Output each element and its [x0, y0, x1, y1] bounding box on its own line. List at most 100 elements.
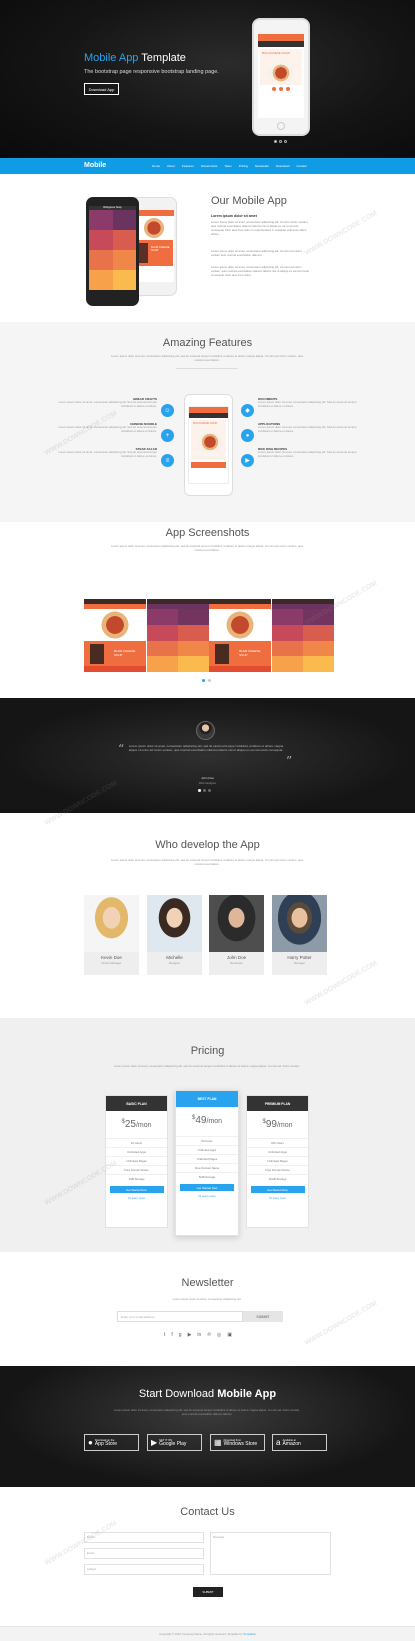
site-logo[interactable]: Mobile — [84, 162, 106, 169]
feature-item: Chinese Noodle Lorem ipsum dolor sit amet… — [47, 422, 157, 434]
screenshots-title: App Screenshots — [165, 527, 250, 539]
food-card-title: BLAM CHEESE SOUP — [114, 649, 136, 657]
black-phone-mockup: Bolognese Soup — [86, 197, 139, 306]
member-photo — [147, 895, 202, 952]
nav-item-about[interactable]: About — [167, 164, 175, 168]
screenshots-section: App Screenshots Lorem ipsum dolor sit am… — [0, 522, 415, 698]
learn-more-link[interactable]: Or learn more — [176, 1194, 238, 1198]
nav-item-contact[interactable]: Contact — [296, 164, 306, 168]
app-screenshot[interactable]: BLAM CHEESE SOUP — [209, 599, 271, 672]
nav-item-download[interactable]: Download — [276, 164, 289, 168]
learn-more-link[interactable]: Or learn more — [247, 1196, 308, 1200]
nav-item-pricing[interactable]: Pricing — [239, 164, 248, 168]
like-icon — [272, 87, 276, 91]
screenshot-tab-bar — [209, 666, 271, 672]
get-started-button[interactable]: Get Started Now — [109, 1186, 164, 1193]
nav-item-newsletter[interactable]: Newsletter — [255, 164, 269, 168]
download-title: Start Download Mobile App — [138, 1388, 277, 1400]
menu-tile — [178, 609, 209, 625]
plan-feature: 10GB Storage — [247, 1174, 308, 1183]
google-plus-icon[interactable]: g — [179, 1332, 182, 1338]
store-label: Download on the App Store — [94, 1439, 118, 1447]
phone-tab-bar — [189, 413, 228, 418]
slider-dot[interactable] — [203, 789, 206, 792]
google-play-button[interactable]: ▶ GET IT ON Google Play — [147, 1434, 202, 1451]
plan-feature: 50 Users — [176, 1136, 238, 1145]
member-photo — [209, 895, 264, 952]
linkedin-icon[interactable]: in — [197, 1332, 201, 1338]
download-app-button[interactable]: Download App — [84, 83, 119, 95]
plan-feature: 100 Users — [247, 1138, 308, 1147]
nav-item-screenshots[interactable]: Screenshots — [201, 164, 218, 168]
feature-text: Lorem ipsum dolor sit amet, consectetur … — [258, 450, 357, 458]
phone-tab-bar — [258, 41, 304, 47]
plan-feature: 10 Users — [106, 1138, 167, 1147]
team-description: Lorem ipsum dolor sit amet, consectetur … — [111, 858, 303, 866]
get-started-button[interactable]: Get Started Now — [180, 1184, 234, 1191]
slider-dot[interactable] — [198, 789, 201, 792]
feature-text: Lorem ipsum dolor sit amet, consectetur … — [258, 425, 357, 433]
plus-icon: + — [161, 429, 174, 442]
download-description: Lorem ipsum dolor sit amet, consectetur … — [113, 1408, 301, 1416]
download-section: Start Download Mobile App Lorem ipsum do… — [0, 1366, 415, 1487]
slider-dot[interactable] — [279, 140, 282, 143]
learn-more-link[interactable]: Or learn more — [106, 1196, 167, 1200]
nav-item-team[interactable]: Team — [224, 164, 231, 168]
amazon-store-button[interactable]: a Available at Amazon — [272, 1434, 327, 1451]
twitter-icon[interactable]: t — [164, 1332, 165, 1338]
plan-price: $49/mon — [191, 1115, 223, 1126]
slider-dot[interactable] — [284, 140, 287, 143]
share-icon — [279, 87, 283, 91]
app-screenshot[interactable] — [147, 599, 209, 672]
get-started-button[interactable]: Get Started Now — [250, 1186, 305, 1193]
phone-screen: BOLOGNESE SOUP — [188, 406, 229, 484]
contact-submit-button[interactable]: SUBMIT — [193, 1587, 223, 1597]
message-field[interactable]: Message — [210, 1532, 331, 1575]
screenshot-food-card: BLAM CHEESE SOUP — [84, 641, 146, 666]
features-description: Lorem ipsum dolor sit amet, consectetur … — [111, 354, 303, 362]
pinterest-icon[interactable]: ℗ — [207, 1332, 211, 1338]
avatar — [196, 721, 215, 740]
slider-dot[interactable] — [274, 140, 277, 143]
newsletter-submit-button[interactable]: SUBMIT — [243, 1311, 283, 1322]
pricing-title: Pricing — [190, 1045, 225, 1057]
feature-item: Bread Crafts Lorem ipsum dolor sit amet, … — [47, 397, 157, 409]
features-title: Amazing Features — [162, 337, 253, 349]
email-field[interactable]: Email — [84, 1548, 204, 1559]
app-screenshot[interactable] — [272, 599, 334, 672]
subject-field[interactable]: Subject — [84, 1564, 204, 1575]
app-screenshot[interactable]: BLAM CHEESE SOUP — [84, 599, 146, 672]
name-field[interactable]: Name — [84, 1532, 204, 1543]
slider-dot[interactable] — [208, 679, 211, 682]
footer-link[interactable]: Templates — [243, 1632, 256, 1636]
testimonial-role: Web designer — [198, 781, 217, 785]
facebook-icon[interactable]: f — [171, 1332, 172, 1338]
phone-action-buttons — [258, 87, 304, 91]
feature-text: Lorem ipsum dolor sit amet, consectetur … — [258, 400, 357, 408]
footer: Copyright © 2015 Company Name. All right… — [0, 1626, 415, 1641]
youtube-icon[interactable]: ▶ — [188, 1332, 192, 1338]
member-name: Kevin Doe — [101, 955, 122, 960]
slider-dot[interactable] — [202, 679, 205, 682]
member-role: Designer — [168, 961, 181, 965]
windows-store-button[interactable]: ▦ Download from Windows Store — [210, 1434, 265, 1451]
app-store-button[interactable]: ● Download on the App Store — [84, 1434, 139, 1451]
store-label: Available at Amazon — [282, 1439, 301, 1447]
instagram-icon[interactable]: ▣ — [227, 1332, 232, 1338]
hero-title: Mobile App Template — [84, 52, 186, 64]
nav-item-features[interactable]: Features — [182, 164, 194, 168]
member-role: Senior Manager — [101, 961, 122, 965]
menu-tile — [147, 640, 178, 657]
contact-section: Contact Us Name Email Subject Message SU… — [0, 1487, 415, 1626]
phone-food-card: BLAM CHEESE SOUP — [135, 240, 173, 266]
menu-tile — [112, 230, 136, 250]
newsletter-email-input[interactable]: Enter your email address — [117, 1311, 243, 1322]
social-links: t f g ▶ in ℗ ◎ ▣ — [164, 1332, 232, 1338]
plan-name: BASIC PLAN — [106, 1096, 167, 1111]
store-label: GET IT ON Google Play — [159, 1439, 187, 1447]
plan-features: 10 Users Unlimited Apps Unlimited Pages … — [106, 1138, 167, 1183]
nav-item-home[interactable]: Home — [152, 164, 160, 168]
dribbble-icon[interactable]: ◎ — [217, 1332, 221, 1338]
slider-dot[interactable] — [208, 789, 211, 792]
hero-phone-mockup: BOLOGNESE SOUP — [252, 18, 310, 136]
